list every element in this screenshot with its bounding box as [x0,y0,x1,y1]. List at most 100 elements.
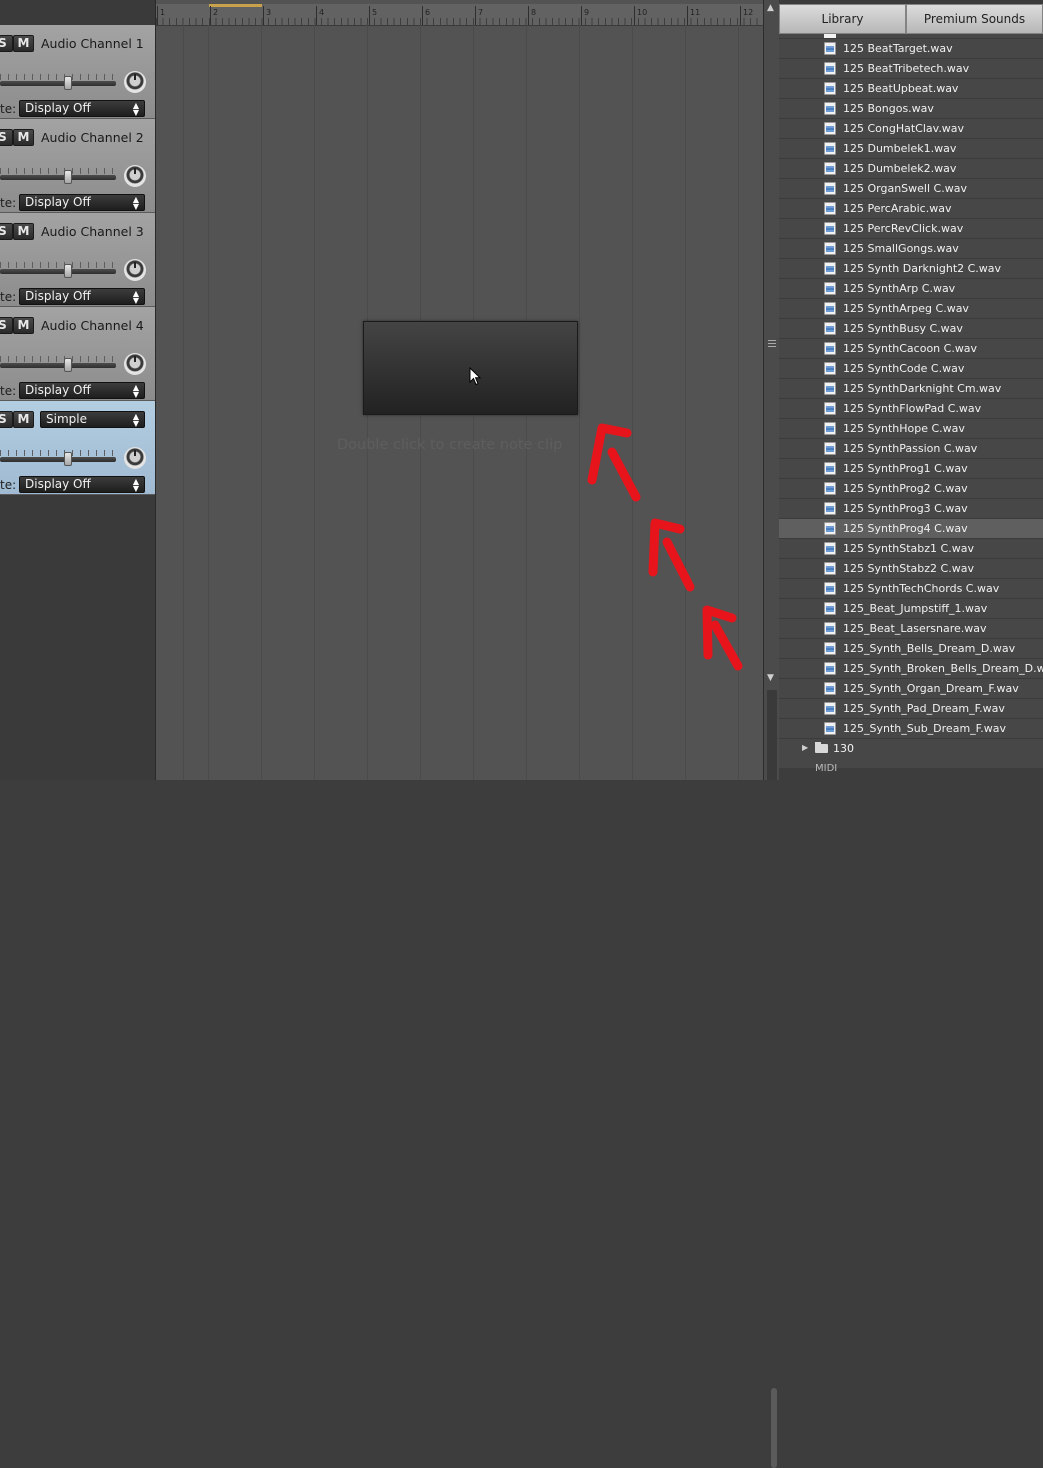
file-list-item[interactable]: 125 BeatTribetech.wav [779,59,1043,79]
file-list-item[interactable]: 125 SynthCode C.wav [779,359,1043,379]
file-list-item[interactable]: 125_Beat_Lasersnare.wav [779,619,1043,639]
display-mode-select[interactable]: Display Off ▲ ▼ [19,194,145,211]
zoom-scroll-handle[interactable] [771,1388,777,1468]
file-list-item[interactable]: 125 SynthFlowPad C.wav [779,399,1043,419]
solo-button[interactable]: S [0,35,13,52]
volume-slider-thumb[interactable] [64,170,72,184]
file-list-item[interactable]: 125 SmallGongs.wav [779,239,1043,259]
volume-slider-thumb[interactable] [64,452,72,466]
arrangement-scrollbar[interactable]: ▲ ▼ [763,0,779,1468]
file-name: 125 SynthStabz2 C.wav [843,562,974,575]
file-name: 125 Synth Darknight2 C.wav [843,262,1002,275]
file-list-item[interactable]: 125 SynthArp C.wav [779,279,1043,299]
file-list-item[interactable]: 125 SynthHope C.wav [779,419,1043,439]
file-list-item[interactable]: 125 Dumbelek2.wav [779,159,1043,179]
file-list-item[interactable]: 125 SynthPassion C.wav [779,439,1043,459]
file-list-item[interactable]: 125 SynthProg3 C.wav [779,499,1043,519]
file-list-item[interactable]: 125 BeatUpbeat.wav [779,79,1043,99]
file-list-item[interactable]: 125 SynthStabz2 C.wav [779,559,1043,579]
track-header-audio-2[interactable]: S M Audio Channel 2 te: Display Off ▲ ▼ [0,119,155,213]
solo-button[interactable]: S [0,223,13,240]
file-list-item[interactable]: 125 BeatTarget.wav [779,39,1043,59]
scroll-down-icon[interactable]: ▼ [767,673,774,683]
file-list-item[interactable]: 125_Synth_Broken_Bells_Dream_D.wav [779,659,1043,679]
file-list-item[interactable]: 125 SynthBusy C.wav [779,319,1043,339]
loop-region-marker[interactable] [209,4,262,7]
file-name: 125 BeatTribetech.wav [843,62,970,75]
timeline-ruler[interactable]: 1 2 3 4 5 6 7 8 9 10 11 12 [156,4,763,26]
pan-knob[interactable] [124,71,146,93]
file-list-item[interactable]: 125_Synth_Bells_Dream_D.wav [779,639,1043,659]
arrangement-view[interactable]: 1 2 3 4 5 6 7 8 9 10 11 12 Double click to create n… [155,0,763,780]
file-list-item[interactable]: 125 PercRevClick.wav [779,219,1043,239]
pan-knob[interactable] [124,165,146,187]
file-list-item[interactable]: 125 SynthProg4 C.wav [779,519,1043,539]
file-list-item[interactable]: 125 Synth Darknight2 C.wav [779,259,1043,279]
tab-library[interactable]: Library [779,4,906,34]
display-mode-select[interactable]: Display Off ▲ ▼ [19,100,145,117]
volume-slider[interactable] [0,457,116,462]
display-mode-select[interactable]: Display Off ▲ ▼ [19,476,145,493]
pan-knob[interactable] [124,447,146,469]
mute-button[interactable]: M [13,317,34,334]
solo-button[interactable]: S [0,129,13,146]
wav-file-icon [824,662,836,675]
file-list-item[interactable]: 125_Synth_Pad_Dream_F.wav [779,699,1043,719]
file-name: 125 SynthProg3 C.wav [843,502,968,515]
track-header-audio-3[interactable]: S M Audio Channel 3 te: Display Off ▲ ▼ [0,213,155,307]
display-mode-select[interactable]: Display Off ▲ ▼ [19,288,145,305]
track-header-instrument[interactable]: S M Simple ▲ ▼ te: Display Off ▲ ▼ [0,401,155,495]
tab-premium-sounds[interactable]: Premium Sounds [906,4,1043,34]
volume-slider[interactable] [0,81,116,86]
mute-button[interactable]: M [13,223,34,240]
mute-button[interactable]: M [13,35,34,52]
file-list-item[interactable]: 125 SynthStabz1 C.wav [779,539,1043,559]
file-list-item[interactable]: 125_Beat_Jumpstiff_1.wav [779,599,1043,619]
expand-arrow-icon[interactable]: ▶ [802,743,808,752]
file-list-item[interactable]: 125 OrganSwell C.wav [779,179,1043,199]
file-list-item[interactable]: 125 Dumbelek1.wav [779,139,1043,159]
track-name[interactable]: Audio Channel 2 [41,130,144,145]
solo-button[interactable]: S [0,411,13,428]
zoom-scroll-track[interactable] [767,690,777,1468]
display-mode-select[interactable]: Display Off ▲ ▼ [19,382,145,399]
volume-slider[interactable] [0,269,116,274]
instrument-select[interactable]: Simple ▲ ▼ [40,411,145,428]
scroll-grip-icon[interactable] [768,340,776,347]
file-list-item[interactable]: 125_Synth_Organ_Dream_F.wav [779,679,1043,699]
file-list-item[interactable]: 125 CongHatClav.wav [779,119,1043,139]
file-list-item[interactable]: 125 Bongos.wav [779,99,1043,119]
folder-icon [815,742,828,753]
volume-slider[interactable] [0,175,116,180]
file-list-item[interactable]: 125 SynthTechChords C.wav [779,579,1043,599]
file-list-item[interactable]: 125 SynthProg1 C.wav [779,459,1043,479]
volume-slider-thumb[interactable] [64,358,72,372]
file-name: 125_Synth_Organ_Dream_F.wav [843,682,1019,695]
mute-button[interactable]: M [13,129,34,146]
file-list-item[interactable]: 125 SynthCacoon C.wav [779,339,1043,359]
file-list-item[interactable]: 125 SynthArpeg C.wav [779,299,1043,319]
track-name[interactable]: Audio Channel 1 [41,36,144,51]
file-browser-list[interactable]: 125 BeatTarget.wav 125 BeatTribetech.wav 1… [779,34,1043,780]
file-list-item[interactable]: 125_Synth_Sub_Dream_F.wav [779,719,1043,739]
file-name: 125 SynthHope C.wav [843,422,965,435]
folder-item-130[interactable]: ▶ 130 [779,739,1043,759]
volume-slider[interactable] [0,363,116,368]
track-header-audio-4[interactable]: S M Audio Channel 4 te: Display Off ▲ ▼ [0,307,155,401]
ruler-bar-number: 7 [478,8,484,17]
pan-knob[interactable] [124,259,146,281]
mute-button[interactable]: M [13,411,34,428]
volume-slider-thumb[interactable] [64,76,72,90]
file-list-item[interactable]: 125 PercArabic.wav [779,199,1043,219]
scroll-up-icon[interactable]: ▲ [767,3,774,13]
solo-button[interactable]: S [0,317,13,334]
track-name[interactable]: Audio Channel 3 [41,224,144,239]
select-arrows-icon: ▲ ▼ [132,383,139,399]
volume-slider-thumb[interactable] [64,264,72,278]
track-header-audio-1[interactable]: S M Audio Channel 1 te: Display Off ▲ ▼ [0,25,155,119]
file-list-item[interactable]: 125 SynthProg2 C.wav [779,479,1043,499]
pan-knob[interactable] [124,353,146,375]
file-list-item[interactable]: 125 SynthDarknight Cm.wav [779,379,1043,399]
file-name: 125 BeatUpbeat.wav [843,82,959,95]
track-name[interactable]: Audio Channel 4 [41,318,144,333]
